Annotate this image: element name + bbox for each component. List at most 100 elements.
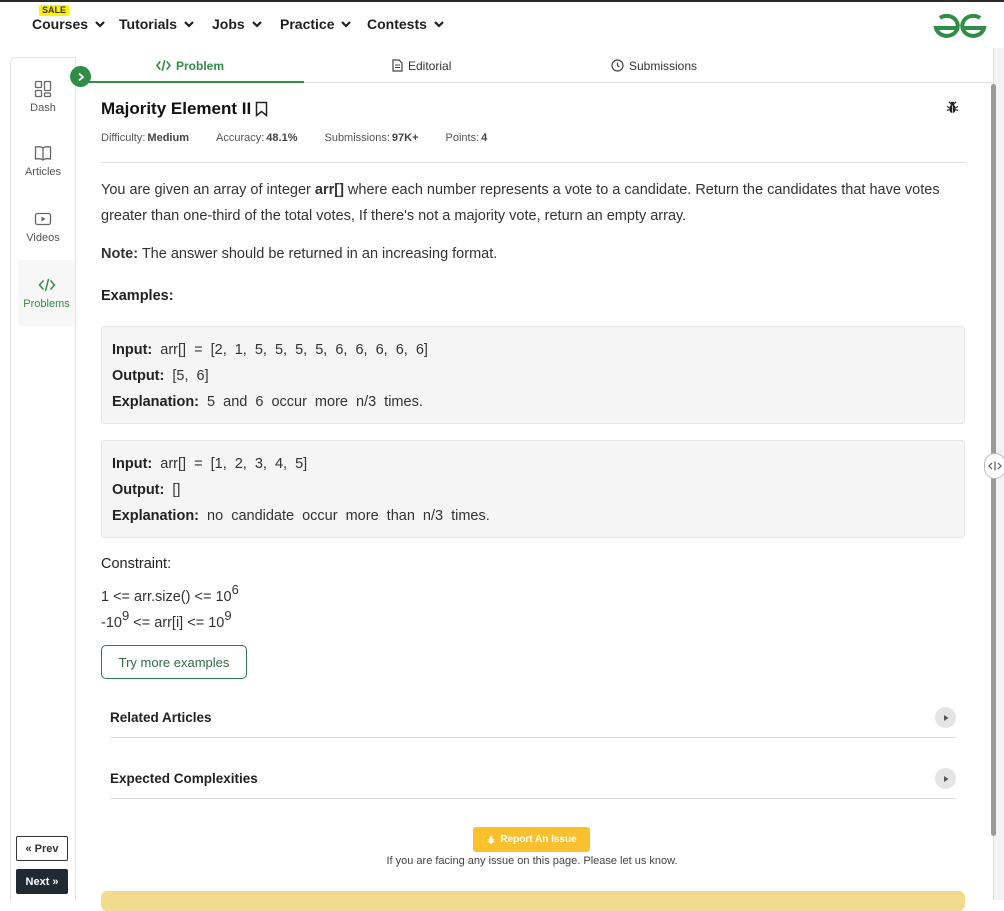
constraint-line: -109 <= arr[i] <= 109 (101, 608, 232, 631)
tab-label: Editorial (408, 58, 452, 73)
points-label: Points: (445, 132, 480, 144)
constraint-exponent: 9 (224, 608, 232, 623)
document-icon (392, 59, 403, 72)
problem-title-row: Majority Element II (101, 99, 268, 119)
nav-contests[interactable]: Contests (367, 16, 445, 32)
gfg-logo-icon[interactable] (932, 12, 988, 40)
bug-icon (487, 835, 496, 844)
input-value: arr[] = [2, 1, 5, 5, 5, 5, 6, 6, 6, 6, 6… (152, 342, 428, 358)
active-tab-indicator (76, 81, 304, 83)
accordion-related-articles[interactable]: Related Articles (110, 698, 956, 738)
output-label: Output: (112, 368, 165, 384)
double-chevron-left-icon: « (25, 842, 32, 855)
nav-tutorials-label: Tutorials (119, 16, 178, 32)
explanation-label: Explanation: (112, 508, 200, 524)
points-value: 4 (481, 132, 488, 144)
code-icon (37, 278, 56, 292)
constraint-heading: Constraint: (101, 556, 172, 572)
nav-tutorials[interactable]: Tutorials (119, 16, 195, 32)
problem-note: Note: The answer should be returned in a… (101, 246, 497, 262)
report-issue-button[interactable]: Report An Issue (473, 827, 590, 852)
sidebar-item-label: Articles (24, 166, 62, 178)
example-input: Input: arr[] = [2, 1, 5, 5, 5, 5, 6, 6, … (112, 337, 954, 363)
constraint-text: <= arr[i] <= 10 (129, 615, 225, 631)
constraint-exponent: 6 (231, 582, 239, 597)
next-button[interactable]: Next » (16, 869, 68, 894)
output-value: [5, 6] (164, 368, 209, 384)
accordion-label: Related Articles (110, 710, 212, 725)
accuracy-value: 48.1% (266, 132, 298, 144)
accuracy-label: Accuracy: (215, 132, 265, 144)
play-icon (34, 212, 52, 226)
sidebar-item-articles[interactable]: Articles (11, 144, 75, 178)
difficulty: Difficulty: Medium (101, 132, 189, 144)
resize-arrows-icon (988, 461, 1002, 471)
submissions-label: Submissions: (324, 132, 390, 144)
tab-problem[interactable]: Problem (156, 48, 224, 83)
nav-practice-label: Practice (280, 16, 335, 32)
description-code: arr[] (314, 182, 344, 198)
accordion-label: Expected Complexities (110, 771, 258, 786)
example-box: Input: arr[] = [1, 2, 3, 4, 5] Output: [… (101, 440, 965, 538)
example-box: Input: arr[] = [2, 1, 5, 5, 5, 5, 6, 6, … (101, 326, 965, 424)
sidebar-item-videos[interactable]: Videos (11, 210, 75, 244)
note-text: The answer should be returned in an incr… (138, 246, 498, 262)
accordion-expected-complexities[interactable]: Expected Complexities (110, 759, 956, 799)
input-label: Input: (112, 456, 153, 472)
tab-editorial[interactable]: Editorial (392, 48, 451, 83)
panel-resize-handle[interactable] (984, 453, 1004, 479)
output-value: [] (164, 482, 181, 498)
accuracy: Accuracy: 48.1% (216, 132, 298, 144)
sidebar-item-label: Dash (30, 102, 56, 114)
tab-label: Problem (176, 58, 225, 73)
clock-icon (611, 59, 624, 72)
difficulty-label: Difficulty: (101, 132, 146, 144)
chevron-down-icon (184, 21, 194, 28)
prev-label: Prev (34, 842, 59, 855)
sidebar-item-problems[interactable]: Problems (18, 260, 75, 326)
sidebar-item-label: Videos (26, 232, 60, 244)
example-output: Output: [] (112, 477, 954, 503)
example-explanation: Explanation: 5 and 6 occur more n/3 time… (112, 389, 954, 415)
problem-meta: Difficulty: Medium Accuracy: 48.1% Submiss… (101, 132, 514, 144)
output-label: Output: (112, 482, 165, 498)
explanation-label: Explanation: (112, 394, 200, 410)
chevron-down-icon (434, 21, 444, 28)
chevron-down-icon (341, 21, 352, 28)
submissions-value: 97K+ (391, 132, 419, 144)
description-text: You are given an array of integer (101, 182, 315, 198)
nav-jobs[interactable]: Jobs (212, 16, 263, 32)
example-explanation: Explanation: no candidate occur more tha… (112, 503, 954, 529)
constraint-text: 1 <= arr.size() <= 10 (101, 589, 232, 605)
double-chevron-right-icon: » (52, 875, 59, 888)
divider (101, 162, 965, 163)
nav-contests-label: Contests (367, 16, 427, 32)
explanation-value: no candidate occur more than n/3 times. (199, 508, 490, 524)
tab-submissions[interactable]: Submissions (611, 48, 697, 83)
bottom-banner (101, 891, 965, 911)
book-icon (34, 146, 52, 161)
example-output: Output: [5, 6] (112, 363, 954, 389)
tab-label: Submissions (629, 58, 698, 73)
chevron-right-icon (77, 72, 84, 81)
nav-practice[interactable]: Practice (280, 16, 352, 32)
report-issue-label: Report An Issue (500, 834, 577, 845)
caret-right-icon (935, 768, 956, 789)
problem-tabs: Problem Editorial Submissions (76, 48, 994, 83)
top-nav: SALE Courses Tutorials Jobs Practice Con… (0, 2, 1004, 48)
sidebar-item-dash[interactable]: Dash (11, 80, 75, 114)
sale-badge: SALE (39, 5, 70, 16)
points: Points: 4 (446, 132, 488, 144)
nav-courses[interactable]: Courses (32, 16, 106, 32)
collapse-sidebar-button[interactable] (70, 66, 91, 87)
bookmark-icon[interactable] (255, 101, 268, 117)
constraint-text: -10 (101, 615, 122, 631)
chevron-down-icon (251, 21, 262, 28)
bug-report-icon[interactable] (945, 100, 960, 115)
problem-title: Majority Element II (101, 99, 252, 118)
constraint-line: 1 <= arr.size() <= 106 (101, 582, 239, 605)
note-label: Note: (101, 246, 139, 262)
try-more-examples-button[interactable]: Try more examples (101, 645, 247, 679)
caret-right-icon (935, 707, 956, 728)
report-issue-text: If you are facing any issue on this page… (386, 855, 678, 867)
